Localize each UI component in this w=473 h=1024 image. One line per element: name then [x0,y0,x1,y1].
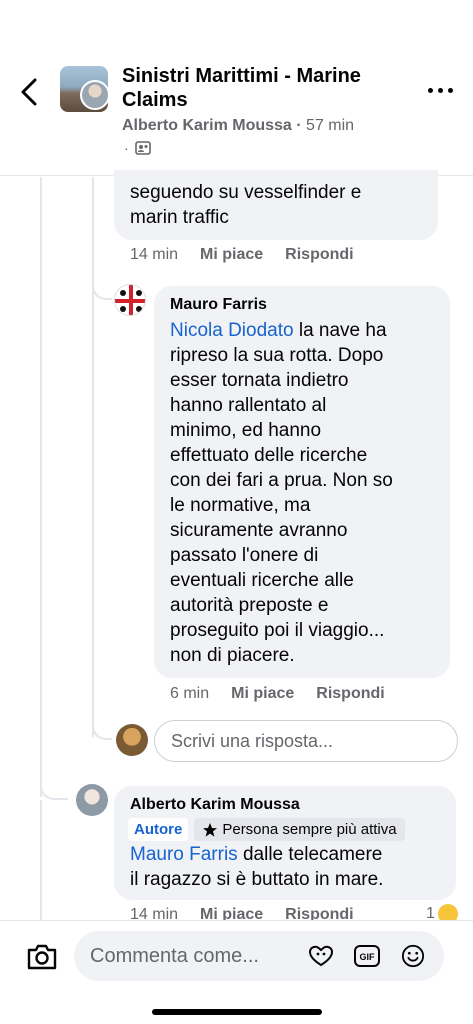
comment-text: eventuali ricerche alle [170,570,354,591]
sardinia-flag-icon [115,285,145,315]
like-button[interactable]: Mi piace [200,246,263,264]
comment-input[interactable]: Commenta come... GIF [74,931,444,981]
comment-text: seguendo su vesselfinder e [130,182,362,203]
comment-text: hanno rallentato al [170,395,327,416]
comment-text: sicuramente avranno [170,520,348,541]
home-indicator [152,1009,322,1015]
comment-time: 14 min [130,246,179,263]
author-avatar[interactable] [80,80,110,110]
post-time[interactable]: 57 min [306,117,354,134]
comment-text: il ragazzo si è buttato in mare. [130,869,384,890]
comment-text: con dei fari a prua. Non so [170,470,393,491]
post-author[interactable]: Alberto Karim Moussa [122,117,292,134]
camera-icon[interactable] [26,943,58,971]
comment-bubble: Mauro Farris Nicola Diodato la nave ha r… [154,286,450,678]
reply-button[interactable]: Rispondi [316,685,384,703]
author-badge: Autore [128,818,189,841]
emoji-icon[interactable] [400,944,426,968]
comment-author[interactable]: Mauro Farris [170,296,267,314]
commenter-avatar[interactable] [76,784,108,816]
separator-dot: · [124,140,129,156]
comment-placeholder: Commenta come... [90,945,259,967]
more-options-icon[interactable] [428,88,453,93]
comment-body: Nicola Diodato la nave ha ripreso la sua… [170,318,446,668]
comment-composer: Commenta come... GIF [0,920,473,1024]
members-icon [134,141,151,155]
comment-text: effettuato delle ricerche [170,445,368,466]
star-icon [203,822,218,837]
comment-text: autorità preposte e [170,595,329,616]
thread-line [92,177,94,737]
comment-text: la nave ha [293,320,387,341]
comment-text: marin traffic [130,207,229,228]
thread-connector [40,776,68,800]
badge-row: Autore Persona sempre più attiva [128,818,405,841]
like-button[interactable]: Mi piace [231,685,294,703]
svg-text:GIF: GIF [360,952,376,962]
comment-time: 6 min [170,685,210,702]
gif-icon[interactable]: GIF [354,944,380,968]
comment-text: non di piacere. [170,645,295,666]
comment-author[interactable]: Alberto Karim Moussa [130,796,300,814]
comment-body: Mauro Farris dalle telecamere il ragazzo… [130,842,383,892]
comment-text: dalle telecamere [237,844,383,865]
mention-link[interactable]: Mauro Farris [130,844,238,865]
active-member-label: Persona sempre più attiva [222,821,397,838]
post-meta: Alberto Karim Moussa · 57 min [122,117,354,135]
comment-bubble: seguendo su vesselfinder e marin traffic [114,170,438,240]
header: Sinistri Marittimi - Marine Claims Alber… [0,0,473,176]
thread-connector [92,716,112,740]
comment-text: esser tornata indietro [170,370,349,391]
comment-text: proseguito poi il viaggio... [170,620,385,641]
reply-input[interactable]: Scrivi una risposta... [154,720,458,762]
my-avatar [116,724,148,756]
post-privacy: · [124,140,151,156]
commenter-avatar[interactable] [114,284,146,316]
comment-text: ripreso la sua rotta. Dopo [170,345,384,366]
group-title[interactable]: Sinistri Marittimi - Marine Claims [122,64,412,112]
comment-text: minimo, ed hanno [170,420,322,441]
thread-line [40,800,42,920]
back-arrow-icon[interactable] [16,76,44,108]
avatar-sticker-icon[interactable] [308,944,334,968]
comment-actions: 14 min Mi piace Rispondi [130,246,354,264]
thread-line [40,177,42,797]
thread-connector [92,276,112,300]
active-member-badge: Persona sempre più attiva [194,818,405,841]
comment-text: passato l'onere di [170,545,319,566]
mention-link[interactable]: Nicola Diodato [170,320,294,341]
comment-bubble: Alberto Karim Moussa Autore Persona semp… [114,786,456,900]
reply-button[interactable]: Rispondi [285,246,353,264]
comment-text: le normative, ma [170,495,311,516]
separator-dot: · [296,117,307,134]
comment-actions: 6 min Mi piace Rispondi [170,685,385,703]
